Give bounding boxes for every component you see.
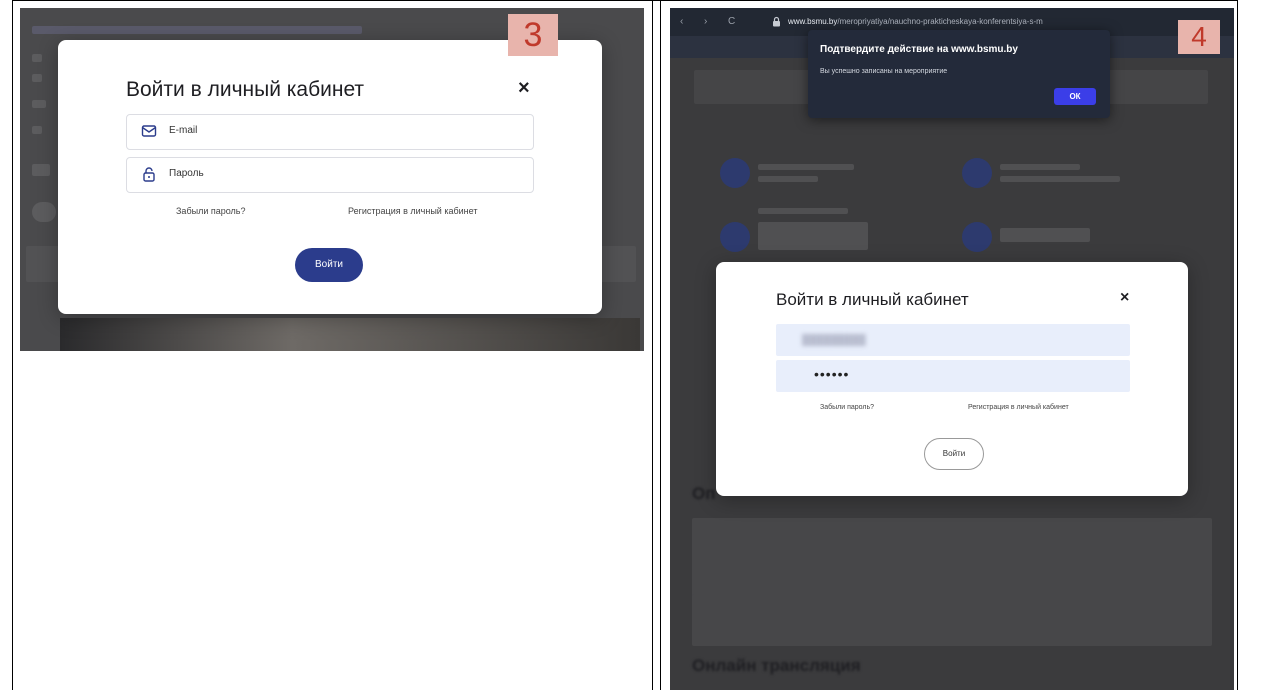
screenshot-4: ‹ › C www.bsmu.by/meropriyatiya/nauchno-… bbox=[670, 8, 1234, 690]
table-border-top bbox=[12, 0, 1238, 1]
forward-icon[interactable]: › bbox=[704, 16, 707, 27]
background-text bbox=[32, 26, 362, 34]
step-badge: 4 bbox=[1178, 20, 1220, 54]
login-modal: Войти в личный кабинет × E-mail Пароль З… bbox=[58, 40, 602, 314]
lock-icon bbox=[773, 16, 780, 27]
email-field[interactable]: █████████ bbox=[776, 324, 1130, 356]
close-icon[interactable]: × bbox=[518, 77, 530, 100]
background-text bbox=[32, 164, 50, 176]
background-text bbox=[32, 54, 42, 62]
login-button[interactable]: Войти bbox=[924, 438, 984, 470]
background-icon bbox=[720, 158, 750, 188]
background-text bbox=[1000, 228, 1090, 242]
dialog-message: Вы успешно записаны на мероприятие bbox=[820, 68, 948, 75]
ok-button[interactable]: ОК bbox=[1054, 88, 1096, 105]
close-icon[interactable]: × bbox=[1120, 289, 1129, 307]
background-icon bbox=[720, 222, 750, 252]
forgot-password-link[interactable]: Забыли пароль? bbox=[820, 404, 874, 411]
password-placeholder: Пароль bbox=[169, 168, 204, 179]
background-paragraph bbox=[692, 594, 1212, 646]
background-text bbox=[32, 202, 56, 222]
register-link[interactable]: Регистрация в личный кабинет bbox=[348, 206, 477, 216]
background-paragraph bbox=[692, 518, 1212, 600]
register-link[interactable]: Регистрация в личный кабинет bbox=[968, 404, 1069, 411]
background-text bbox=[1000, 176, 1120, 182]
back-icon[interactable]: ‹ bbox=[680, 16, 683, 27]
url-address[interactable]: www.bsmu.by/meropriyatiya/nauchno-prakti… bbox=[788, 17, 1043, 26]
background-icon bbox=[962, 158, 992, 188]
background-photo bbox=[60, 318, 640, 351]
screenshot-3: Войти в личный кабинет × E-mail Пароль З… bbox=[20, 8, 644, 351]
password-value: •••••• bbox=[814, 366, 850, 382]
background-icon bbox=[962, 222, 992, 252]
background-text bbox=[758, 208, 848, 214]
forgot-password-link[interactable]: Забыли пароль? bbox=[176, 206, 245, 216]
email-placeholder: E-mail bbox=[169, 125, 198, 136]
background-text bbox=[32, 100, 46, 108]
url-path: /meropriyatiya/nauchno-prakticheskaya-ko… bbox=[837, 17, 1043, 26]
password-field[interactable]: Пароль bbox=[126, 157, 534, 193]
background-text bbox=[32, 74, 42, 82]
modal-title: Войти в личный кабинет bbox=[776, 290, 969, 309]
reload-icon[interactable]: C bbox=[728, 16, 735, 27]
background-text bbox=[758, 176, 818, 182]
email-value-blurred: █████████ bbox=[802, 335, 866, 346]
section-heading: Оп bbox=[692, 484, 716, 503]
modal-title: Войти в личный кабинет bbox=[126, 78, 365, 101]
table-border-left bbox=[12, 0, 13, 690]
confirm-dialog: Подтвердите действие на www.bsmu.by Вы у… bbox=[808, 30, 1110, 118]
envelope-icon bbox=[141, 125, 157, 137]
section-heading: Онлайн трансляция bbox=[692, 656, 861, 675]
background-text bbox=[758, 222, 868, 250]
table-border-middle-b bbox=[660, 0, 661, 690]
table-border-right bbox=[1237, 0, 1238, 690]
login-button[interactable]: Войти bbox=[295, 248, 363, 282]
step-badge: 3 bbox=[508, 14, 558, 56]
background-text bbox=[758, 164, 854, 170]
url-domain: www.bsmu.by bbox=[788, 17, 838, 26]
background-text bbox=[32, 126, 42, 134]
dialog-title: Подтвердите действие на www.bsmu.by bbox=[820, 44, 1018, 55]
login-modal: Войти в личный кабинет × █████████ •••••… bbox=[716, 262, 1188, 496]
padlock-icon bbox=[143, 167, 155, 182]
table-border-middle-a bbox=[652, 0, 653, 690]
password-field[interactable]: •••••• bbox=[776, 360, 1130, 392]
email-field[interactable]: E-mail bbox=[126, 114, 534, 150]
background-text bbox=[1000, 164, 1080, 170]
